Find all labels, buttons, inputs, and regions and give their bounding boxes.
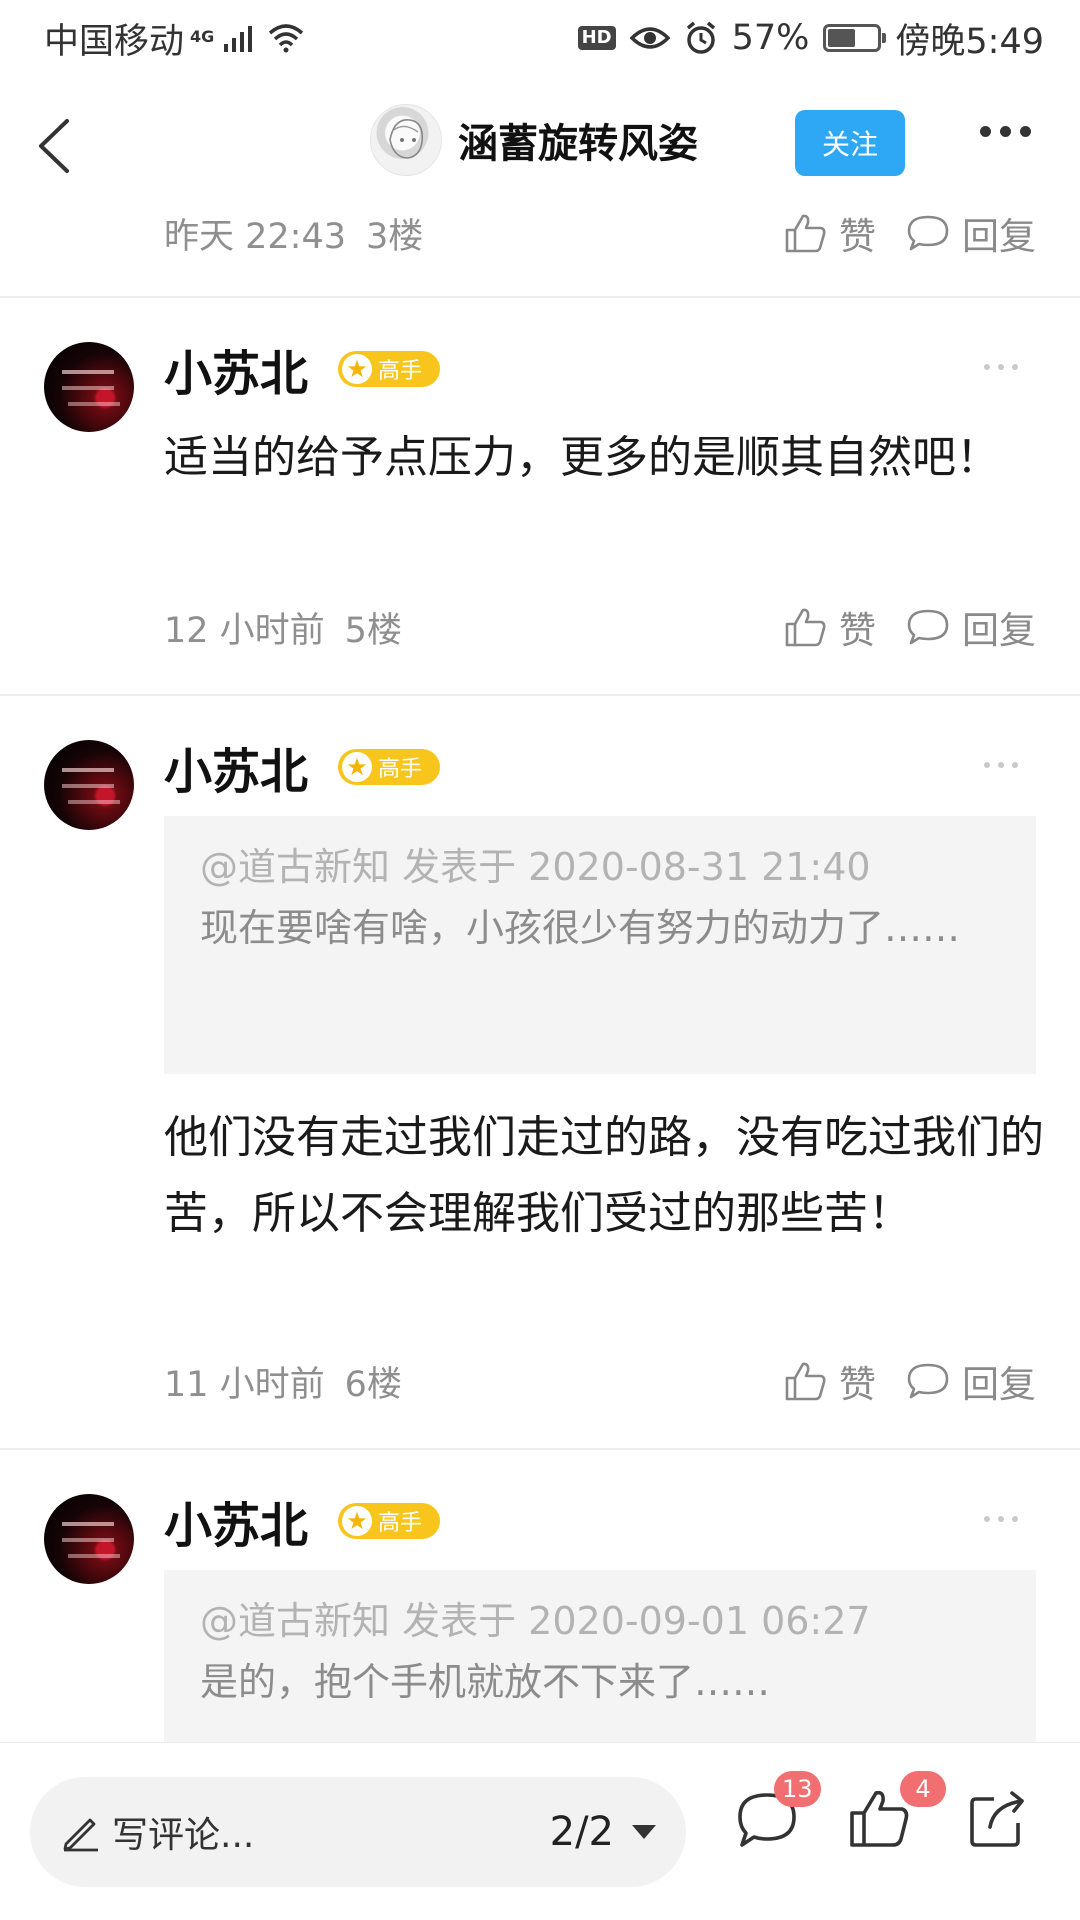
comment-more-button[interactable] [984,762,1018,768]
caret-down-icon [632,1825,656,1839]
comment-input[interactable]: 写评论... 2/2 [30,1777,686,1887]
author-info[interactable]: 涵蓄旋转风姿 [370,104,698,176]
like-label: 赞 [839,215,876,258]
comment-more-button[interactable] [984,1516,1018,1522]
reply-button[interactable]: 回复 [906,600,1036,654]
like-count-badge: 4 [900,1771,946,1807]
comment-placeholder: 写评论... [112,1815,255,1856]
alarm-icon [686,21,715,54]
comment-bubble-icon [907,1363,949,1399]
quoted-comment[interactable]: @道古新知 发表于 2020-08-31 21:40 现在要啥有啥，小孩很少有努… [164,816,1036,1074]
like-button[interactable]: 赞 [785,1354,876,1408]
username[interactable]: 小苏北 [164,1486,308,1556]
comment-item: 小苏北 ★ 高手 @道古新知 发表于 2020-09-01 06:27 是的，抱… [0,1450,1080,1742]
comment-item: 小苏北 ★ 高手 适当的给予点压力，更多的是顺其自然吧！ 12 小时前 5楼 赞… [0,298,1080,694]
network-label: 4G [190,26,215,46]
share-icon [970,1791,1024,1847]
comment-bubble-icon [907,609,949,645]
badge-label: 高手 [378,757,423,782]
comment-more-button[interactable] [984,364,1018,370]
username[interactable]: 小苏北 [164,334,308,404]
chevron-left-icon [39,119,69,173]
floor-number: 5楼 [344,610,402,651]
reply-label: 回复 [962,215,1036,258]
avatar[interactable] [44,342,134,432]
carrier-label: 中国移动 [44,21,185,62]
star-icon: ★ [342,1506,373,1536]
more-options-button[interactable] [980,126,1031,137]
comment-meta-row: 12 小时前 5楼 赞 回复 [164,600,1036,654]
badge-label: 高手 [378,1511,423,1536]
quote-text: 是的，抱个手机就放不下来了…… [200,1660,771,1704]
comment-bubble-icon [907,215,949,251]
badge-label: 高手 [378,359,423,384]
pencil-icon [63,1818,98,1852]
reply-button[interactable]: 回复 [906,206,1036,260]
like-button[interactable]: 赞 [785,600,876,654]
floor3-meta-row: 昨天 22:43 3楼 赞 回复 [164,206,1036,260]
post-time: 昨天 22:43 [164,216,346,257]
quoted-comment[interactable]: @道古新知 发表于 2020-09-01 06:27 是的，抱个手机就放不下来了… [164,1570,1036,1742]
expert-badge: ★ 高手 [338,1503,441,1539]
like-label: 赞 [839,609,876,652]
author-name[interactable]: 涵蓄旋转风姿 [458,111,698,169]
reply-label: 回复 [962,609,1036,652]
status-bar: 中国移动 4G HD 57% 傍晚5:49 [0,0,1080,76]
expert-badge: ★ 高手 [338,749,441,785]
comment-count-badge: 13 [774,1771,821,1807]
avatar[interactable] [44,1494,134,1584]
post-time: 11 小时前 [164,1364,325,1405]
comment-meta-row: 11 小时前 6楼 赞 回复 [164,1354,1036,1408]
like-button[interactable]: 赞 [785,206,876,260]
expert-badge: ★ 高手 [338,351,441,387]
comment-item: 小苏北 ★ 高手 @道古新知 发表于 2020-08-31 21:40 现在要啥… [0,696,1080,1448]
page-indicator: 2/2 [549,1809,614,1855]
quote-header: @道古新知 发表于 2020-09-01 06:27 [200,1599,871,1643]
floor-number: 6楼 [344,1364,402,1405]
floor-number: 3楼 [366,216,424,257]
thumbs-up-icon [785,1362,826,1401]
clock: 傍晚5:49 [895,21,1044,62]
reply-label: 回复 [962,1363,1036,1406]
star-icon: ★ [342,354,373,384]
star-icon: ★ [342,752,373,782]
wifi-icon [269,24,304,53]
like-post-button[interactable]: 4 [848,1771,946,1867]
comments-button[interactable]: 13 [732,1771,821,1867]
eye-icon [629,27,670,49]
username[interactable]: 小苏北 [164,732,308,802]
sketch-portrait-icon [389,119,424,159]
comment-text: 适当的给予点压力，更多的是顺其自然吧！ [164,432,1000,483]
bottom-action-bar: 写评论... 2/2 13 4 [0,1742,1080,1920]
author-avatar[interactable] [370,104,442,176]
quote-text: 现在要啥有啥，小孩很少有努力的动力了…… [200,906,961,950]
avatar[interactable] [44,740,134,830]
follow-button[interactable]: 关注 [795,110,905,176]
thumbs-up-icon [785,214,826,253]
hd-badge: HD [577,26,616,50]
reply-button[interactable]: 回复 [906,1354,1036,1408]
back-button[interactable] [24,106,84,186]
battery-icon [823,24,887,52]
thumbs-up-icon [785,608,826,647]
comment-text: 他们没有走过我们走过的路，没有吃过我们的苦，所以不会理解我们受过的那些苦！ [164,1112,1044,1239]
quote-header: @道古新知 发表于 2020-08-31 21:40 [200,845,871,889]
signal-icon [224,26,253,52]
top-nav-bar: 涵蓄旋转风姿 关注 [0,76,1080,212]
like-label: 赞 [839,1363,876,1406]
share-button[interactable] [966,1787,1046,1867]
post-time: 12 小时前 [164,610,325,651]
battery-percent: 57% [731,18,810,58]
page-selector[interactable]: 2/2 [550,1809,656,1855]
